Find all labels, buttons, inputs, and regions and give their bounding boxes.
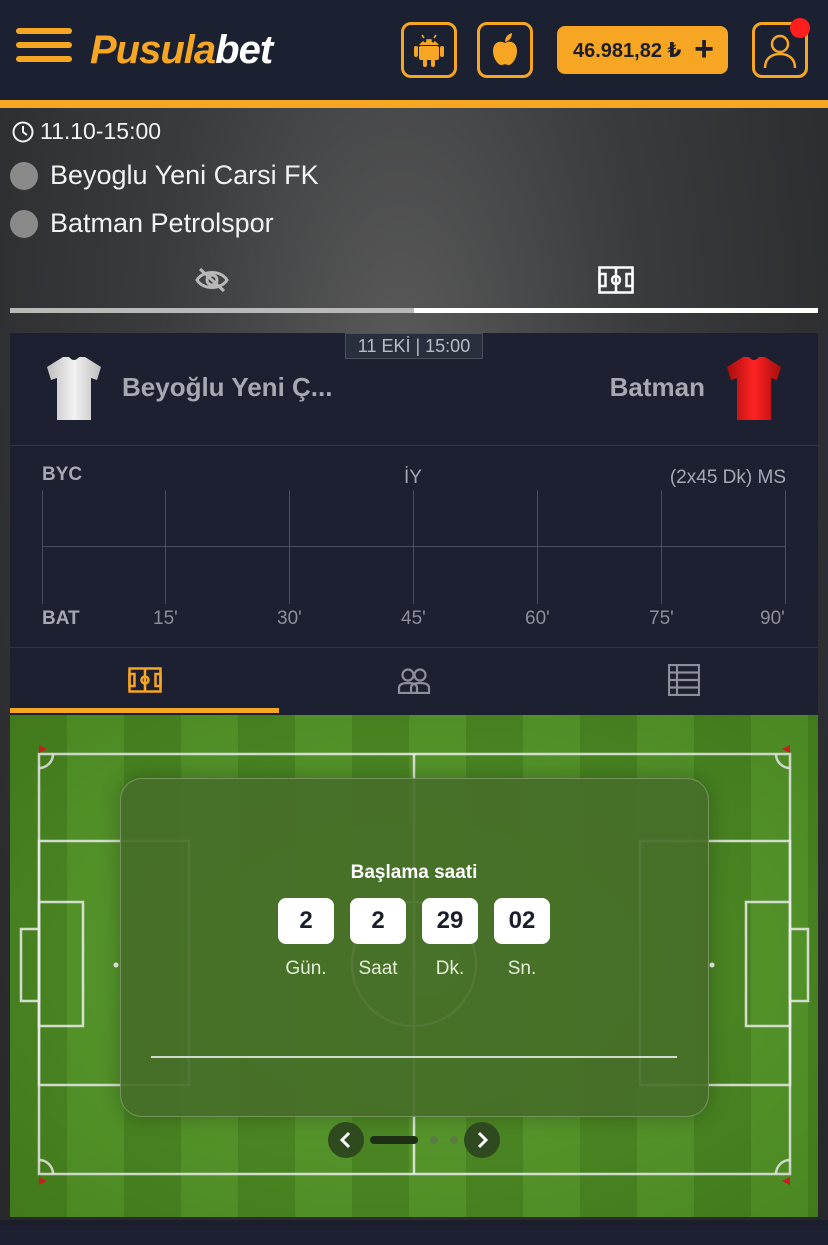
tick-60: 60' — [525, 608, 550, 629]
tick-75: 75' — [649, 608, 674, 629]
countdown-seconds: 02 — [494, 898, 550, 944]
match-timeline — [42, 490, 786, 604]
chevron-right-icon — [477, 1131, 489, 1149]
countdown-hours: 2 — [350, 898, 406, 944]
tracker-tabs — [10, 648, 818, 714]
view-tabs — [10, 250, 818, 314]
top-bar: Pusulabet 46.981,82 ₺ + — [0, 0, 828, 100]
tick-15: 15' — [153, 608, 178, 629]
away-team-logo — [10, 209, 38, 238]
tick-30: 30' — [277, 608, 302, 629]
tab-lineups[interactable] — [279, 648, 549, 712]
plus-icon: + — [694, 30, 714, 68]
full-time-label: (2x45 Dk) MS — [669, 467, 786, 488]
active-subtab-indicator — [10, 708, 279, 713]
home-code: BYC — [42, 464, 83, 485]
hours-label: Saat — [358, 958, 398, 979]
home-team-name: Beyoglu Yeni Carsi FK — [50, 160, 319, 190]
ios-app-button[interactable] — [477, 22, 533, 78]
half-time-label: İY — [404, 467, 422, 488]
countdown-minutes: 29 — [422, 898, 478, 944]
logo[interactable]: Pusulabet — [90, 26, 273, 74]
home-team-short-name: Beyoğlu Yeni Ç... — [122, 372, 333, 402]
kickoff-countdown-title: Başlama saati — [350, 862, 478, 883]
tab-match-tracker[interactable] — [414, 250, 818, 310]
apple-icon — [493, 33, 517, 66]
home-team-logo — [10, 161, 38, 190]
away-jersey-icon — [727, 357, 781, 420]
clock-icon — [12, 121, 34, 142]
tab-standings[interactable] — [549, 648, 818, 712]
header-accent-line — [0, 100, 828, 108]
android-app-button[interactable] — [401, 22, 457, 78]
users-icon — [397, 668, 431, 694]
countdown-card — [120, 778, 709, 1117]
match-time: 11.10-15:00 — [12, 118, 161, 145]
home-team-row: Beyoglu Yeni Carsi FK — [10, 160, 319, 191]
balance-amount: 46.981,82 ₺ — [573, 39, 682, 62]
next-slide-button[interactable] — [464, 1122, 500, 1158]
hamburger-icon — [16, 28, 72, 34]
table-icon — [667, 664, 700, 696]
away-team-row: Batman Petrolspor — [10, 208, 274, 239]
eye-off-icon — [195, 267, 229, 293]
chevron-left-icon — [339, 1131, 351, 1149]
tick-45: 45' — [401, 608, 426, 629]
balance-deposit-button[interactable]: 46.981,82 ₺ + — [557, 26, 728, 74]
home-jersey-icon — [47, 357, 101, 420]
away-team-name: Batman Petrolspor — [50, 208, 274, 238]
away-code: BAT — [42, 608, 80, 629]
seconds-label: Sn. — [507, 958, 537, 979]
android-icon — [414, 34, 444, 67]
notification-badge — [790, 18, 810, 38]
prev-slide-button[interactable] — [328, 1122, 364, 1158]
divider — [10, 445, 818, 446]
bottom-strip — [0, 1225, 828, 1245]
tick-90: 90' — [760, 608, 785, 629]
countdown-days: 2 — [278, 898, 334, 944]
pager-dot[interactable] — [430, 1136, 438, 1144]
pager-dot[interactable] — [450, 1136, 458, 1144]
away-team-short-name: Batman — [609, 372, 705, 402]
countdown-progress — [151, 1056, 677, 1058]
active-tab-indicator — [414, 308, 818, 313]
tab-pitch-view[interactable] — [10, 648, 279, 712]
pitch-icon — [127, 667, 162, 693]
tab-hide-tracker[interactable] — [10, 250, 414, 310]
pager-dot-active[interactable] — [370, 1136, 418, 1144]
minutes-label: Dk. — [435, 958, 465, 979]
menu-button[interactable] — [16, 28, 72, 70]
kickoff-date-badge: 11 EKİ | 15:00 — [345, 333, 483, 359]
pitch-icon — [598, 266, 634, 294]
days-label: Gün. — [285, 958, 327, 979]
